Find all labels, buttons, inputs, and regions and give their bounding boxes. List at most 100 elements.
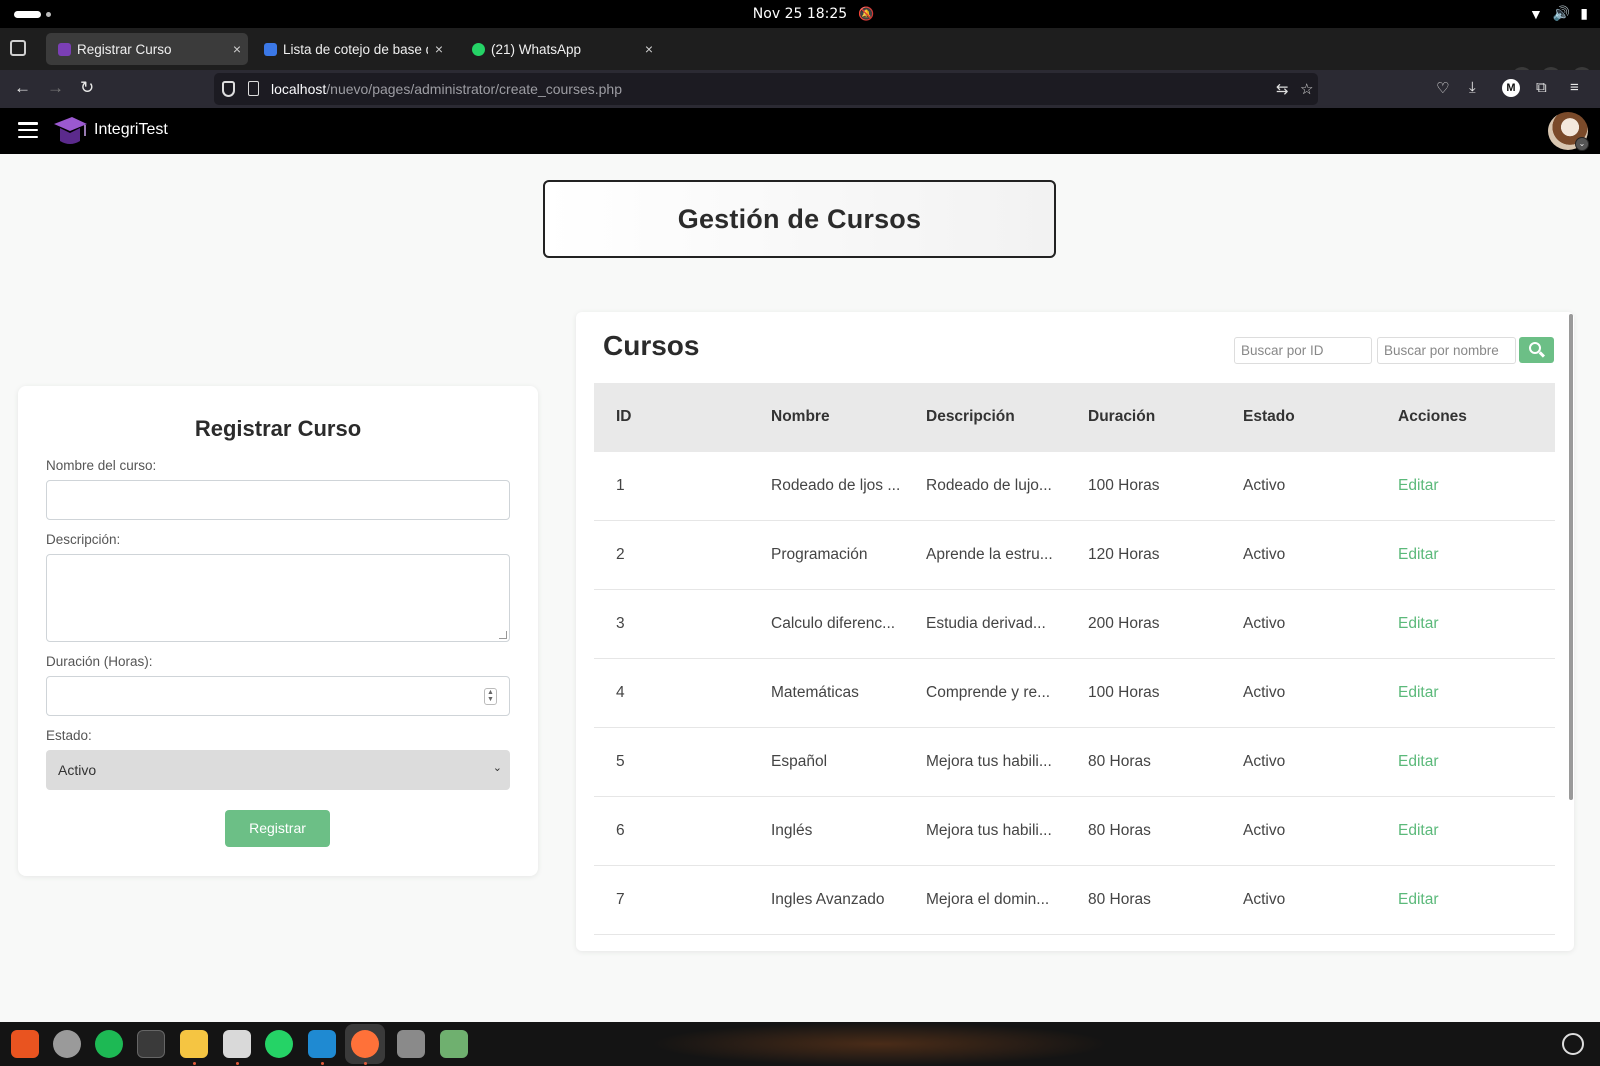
edit-link[interactable]: Editar bbox=[1398, 684, 1538, 702]
tab-registrar-curso[interactable]: Registrar Curso × bbox=[46, 33, 248, 65]
terminal-icon[interactable] bbox=[137, 1030, 165, 1058]
pocket-icon[interactable]: ♡ bbox=[1436, 79, 1449, 97]
graduation-cap-favicon-icon bbox=[58, 42, 71, 56]
account-avatar-icon[interactable]: M bbox=[1502, 79, 1520, 97]
system-clock[interactable]: Nov 25 18:25 bbox=[0, 6, 1600, 22]
tab-title: Registrar Curso bbox=[77, 41, 172, 57]
close-tab-icon[interactable]: × bbox=[638, 41, 660, 57]
cell-description: Mejora tus habili... bbox=[926, 753, 1052, 770]
cell-duration: 80 Horas bbox=[1088, 891, 1151, 908]
firefox-icon[interactable] bbox=[351, 1030, 379, 1058]
header-nombre[interactable]: Nombre bbox=[771, 408, 905, 426]
status-label: Estado: bbox=[46, 728, 92, 743]
avatar-dropdown-icon[interactable]: ⌄ bbox=[1575, 137, 1589, 151]
text-editor-icon[interactable] bbox=[180, 1030, 208, 1058]
translate-icon[interactable]: ⇆ bbox=[1276, 80, 1289, 98]
tab-lista-de-cotejo[interactable]: Lista de cotejo de base d × bbox=[252, 33, 450, 65]
header-duracion[interactable]: Duración bbox=[1088, 408, 1228, 426]
cell-name: Ingles Avanzado bbox=[771, 891, 885, 908]
cell-id: 1 bbox=[616, 477, 625, 494]
cell-duration: 200 Horas bbox=[1088, 615, 1160, 632]
register-button[interactable]: Registrar bbox=[225, 810, 330, 847]
cell-description: Rodeado de lujo... bbox=[926, 477, 1052, 494]
docs-favicon-icon bbox=[264, 42, 277, 56]
cell-name: Español bbox=[771, 753, 828, 770]
system-tray[interactable]: ▼ 🔊 ▮ bbox=[1529, 5, 1588, 22]
cell-status: Activo bbox=[1243, 615, 1286, 632]
close-tab-icon[interactable]: × bbox=[226, 41, 248, 57]
edit-link[interactable]: Editar bbox=[1398, 546, 1538, 564]
downloads-icon[interactable]: ⤓ bbox=[1469, 79, 1476, 96]
bookmark-star-icon[interactable]: ☆ bbox=[1300, 80, 1313, 98]
vscode-icon[interactable] bbox=[308, 1030, 336, 1058]
search-by-name-input[interactable]: Buscar por nombre bbox=[1377, 337, 1516, 364]
page-info-icon[interactable] bbox=[248, 81, 259, 96]
number-spinner-icon[interactable]: ▲ ▼ bbox=[484, 688, 497, 705]
show-apps-icon[interactable] bbox=[1562, 1033, 1584, 1055]
duration-number-input[interactable]: ▲ ▼ bbox=[46, 676, 510, 716]
table-row: 7 Ingles Avanzado Mejora el domin... 80 … bbox=[594, 866, 1555, 935]
address-bar[interactable]: localhost/nuevo/pages/administrator/crea… bbox=[214, 73, 1318, 105]
hamburger-menu-icon[interactable] bbox=[18, 122, 38, 139]
tracking-protection-shield-icon[interactable] bbox=[222, 81, 235, 97]
extensions-icon[interactable]: ⧉ bbox=[1536, 79, 1547, 96]
menu-icon[interactable]: ≡ bbox=[1570, 79, 1579, 96]
files-icon[interactable] bbox=[223, 1030, 251, 1058]
back-icon[interactable]: ← bbox=[14, 78, 31, 98]
cell-description: Comprende y re... bbox=[926, 684, 1051, 701]
search-by-id-input[interactable]: Buscar por ID bbox=[1234, 337, 1372, 364]
table-row: 5 Español Mejora tus habili... 80 Horas … bbox=[594, 728, 1555, 797]
cell-status: Activo bbox=[1243, 891, 1286, 908]
status-selected-value: Activo bbox=[58, 762, 97, 778]
brand-name[interactable]: IntegriTest bbox=[94, 121, 168, 139]
cell-name: Inglés bbox=[771, 822, 813, 839]
table-header: ID Nombre Descripción Duración Estado Ac… bbox=[594, 383, 1555, 452]
url-text[interactable]: localhost/nuevo/pages/administrator/crea… bbox=[271, 81, 622, 97]
whatsapp-icon[interactable] bbox=[265, 1030, 293, 1058]
spotify-icon[interactable] bbox=[95, 1030, 123, 1058]
register-course-form: Registrar Curso Nombre del curso: Descri… bbox=[18, 386, 538, 876]
resize-handle-icon[interactable] bbox=[499, 631, 507, 639]
tab-manager-icon[interactable] bbox=[10, 40, 26, 56]
tab-whatsapp[interactable]: (21) WhatsApp × bbox=[460, 33, 660, 65]
cell-duration: 100 Horas bbox=[1088, 684, 1160, 701]
header-estado[interactable]: Estado bbox=[1243, 408, 1383, 426]
cell-status: Activo bbox=[1243, 546, 1286, 563]
header-descripcion[interactable]: Descripción bbox=[926, 408, 1062, 426]
cell-status: Activo bbox=[1243, 477, 1286, 494]
settings-icon[interactable] bbox=[53, 1030, 81, 1058]
panel-scrollbar[interactable] bbox=[1569, 314, 1573, 800]
table-row: 2 Programación Aprende la estru... 120 H… bbox=[594, 521, 1555, 590]
ssd-icon[interactable] bbox=[397, 1030, 425, 1058]
cell-status: Activo bbox=[1243, 684, 1286, 701]
header-acciones: Acciones bbox=[1398, 408, 1467, 425]
trash-icon[interactable] bbox=[440, 1030, 468, 1058]
reload-icon[interactable]: ↻ bbox=[80, 78, 94, 98]
app-center-icon[interactable] bbox=[11, 1030, 39, 1058]
graduation-cap-logo-icon bbox=[54, 117, 87, 144]
status-select[interactable]: Activo ⌄ bbox=[46, 750, 510, 790]
table-row: 6 Inglés Mejora tus habili... 80 Horas A… bbox=[594, 797, 1555, 866]
header-id[interactable]: ID bbox=[616, 408, 756, 426]
search-button[interactable] bbox=[1519, 337, 1554, 363]
notifications-muted-icon: 🔕 bbox=[858, 6, 875, 21]
edit-link[interactable]: Editar bbox=[1398, 753, 1538, 771]
description-textarea[interactable] bbox=[46, 554, 510, 642]
edit-link[interactable]: Editar bbox=[1398, 822, 1538, 840]
cell-id: 4 bbox=[616, 684, 625, 701]
description-label: Descripción: bbox=[46, 532, 121, 547]
tab-title: Lista de cotejo de base d bbox=[283, 41, 428, 57]
cell-name: Calculo diferenc... bbox=[771, 615, 896, 632]
edit-link[interactable]: Editar bbox=[1398, 891, 1538, 909]
cell-id: 6 bbox=[616, 822, 625, 839]
forward-icon[interactable]: → bbox=[47, 78, 64, 98]
course-name-input[interactable] bbox=[46, 480, 510, 520]
close-tab-icon[interactable]: × bbox=[428, 41, 450, 57]
cell-status: Activo bbox=[1243, 822, 1286, 839]
cell-id: 7 bbox=[616, 891, 625, 908]
edit-link[interactable]: Editar bbox=[1398, 477, 1538, 495]
cell-description: Mejora el domin... bbox=[926, 891, 1050, 908]
edit-link[interactable]: Editar bbox=[1398, 615, 1538, 633]
user-avatar[interactable]: ⌄ bbox=[1548, 112, 1589, 151]
page-title: Gestión de Cursos bbox=[677, 203, 922, 234]
